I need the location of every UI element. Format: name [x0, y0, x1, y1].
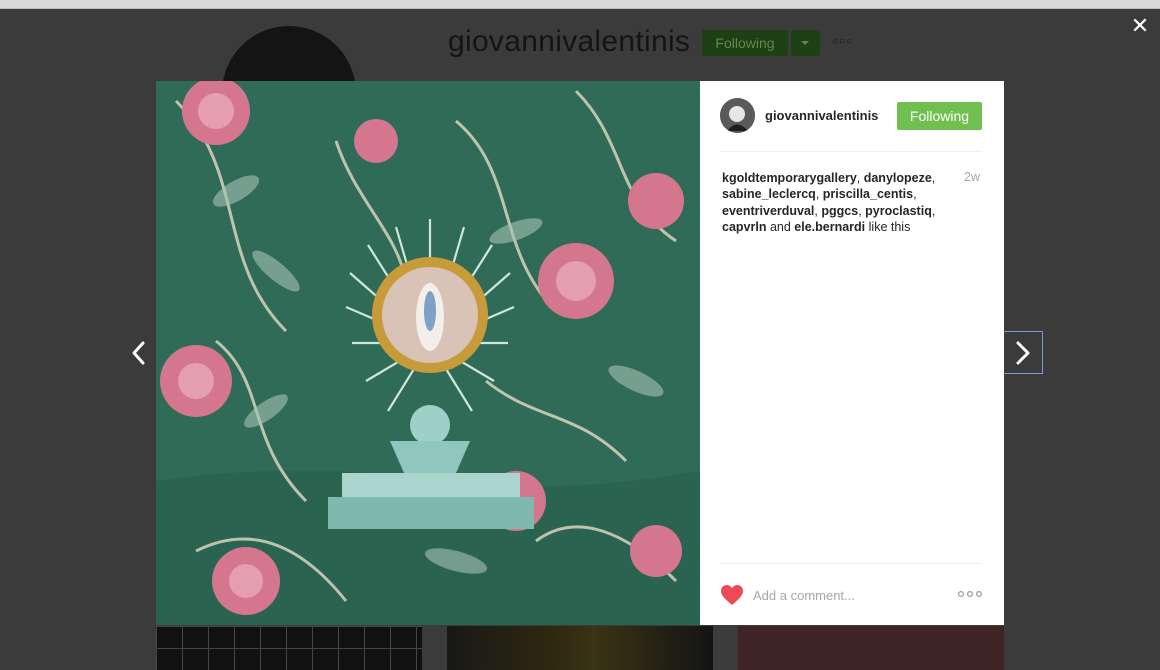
more-options-icon [957, 590, 983, 598]
liker-name[interactable]: capvrln [722, 220, 766, 234]
grid-thumbnail [447, 626, 713, 670]
post-image [156, 81, 700, 625]
post-sidebar: giovannivalentinis Following kgoldtempor… [700, 81, 1004, 625]
user-avatar[interactable] [720, 98, 755, 133]
next-post-button[interactable] [1003, 331, 1043, 374]
liker-name[interactable]: priscilla_centis [823, 187, 913, 201]
grid-thumbnail [156, 626, 422, 670]
post-photo[interactable] [156, 81, 700, 625]
post-modal: giovannivalentinis Following kgoldtempor… [156, 81, 1004, 625]
profile-following-button: Following [702, 30, 788, 56]
close-icon[interactable]: ✕ [1128, 14, 1152, 38]
comment-input[interactable] [753, 584, 933, 606]
chevron-left-icon [132, 341, 145, 365]
liker-name[interactable]: kgoldtemporarygallery [722, 171, 857, 185]
post-header: giovannivalentinis Following [720, 98, 982, 152]
like-button[interactable] [720, 584, 744, 606]
post-username[interactable]: giovannivalentinis [765, 108, 878, 123]
post-timestamp[interactable]: 2w [964, 170, 980, 184]
likes-summary: kgoldtemporarygallery, danylopeze, sabin… [722, 171, 936, 234]
likes-suffix-text: like this [868, 219, 911, 234]
liker-name[interactable]: eventriverduval [722, 204, 814, 218]
caret-down-icon [801, 41, 809, 45]
profile-username: giovannivalentinis [448, 25, 691, 58]
grid-thumbnail [738, 626, 1004, 670]
liker-name[interactable]: sabine_leclercq [722, 187, 816, 201]
post-actions [720, 563, 983, 626]
likes-and-text: and [769, 219, 791, 234]
liker-name[interactable]: ele.bernardi [794, 220, 865, 234]
chevron-right-icon [1016, 341, 1030, 365]
profile-more-options-icon: ○○○ [832, 36, 854, 47]
liker-name[interactable]: danylopeze [864, 171, 932, 185]
avatar-image [720, 98, 755, 133]
more-options-button[interactable] [957, 587, 983, 601]
following-button[interactable]: Following [897, 102, 982, 130]
liker-name[interactable]: pyroclastiq [865, 204, 932, 218]
previous-post-button[interactable] [124, 336, 154, 370]
profile-dropdown-button [791, 30, 820, 56]
heart-icon [721, 585, 743, 605]
liker-name[interactable]: pggcs [821, 204, 858, 218]
